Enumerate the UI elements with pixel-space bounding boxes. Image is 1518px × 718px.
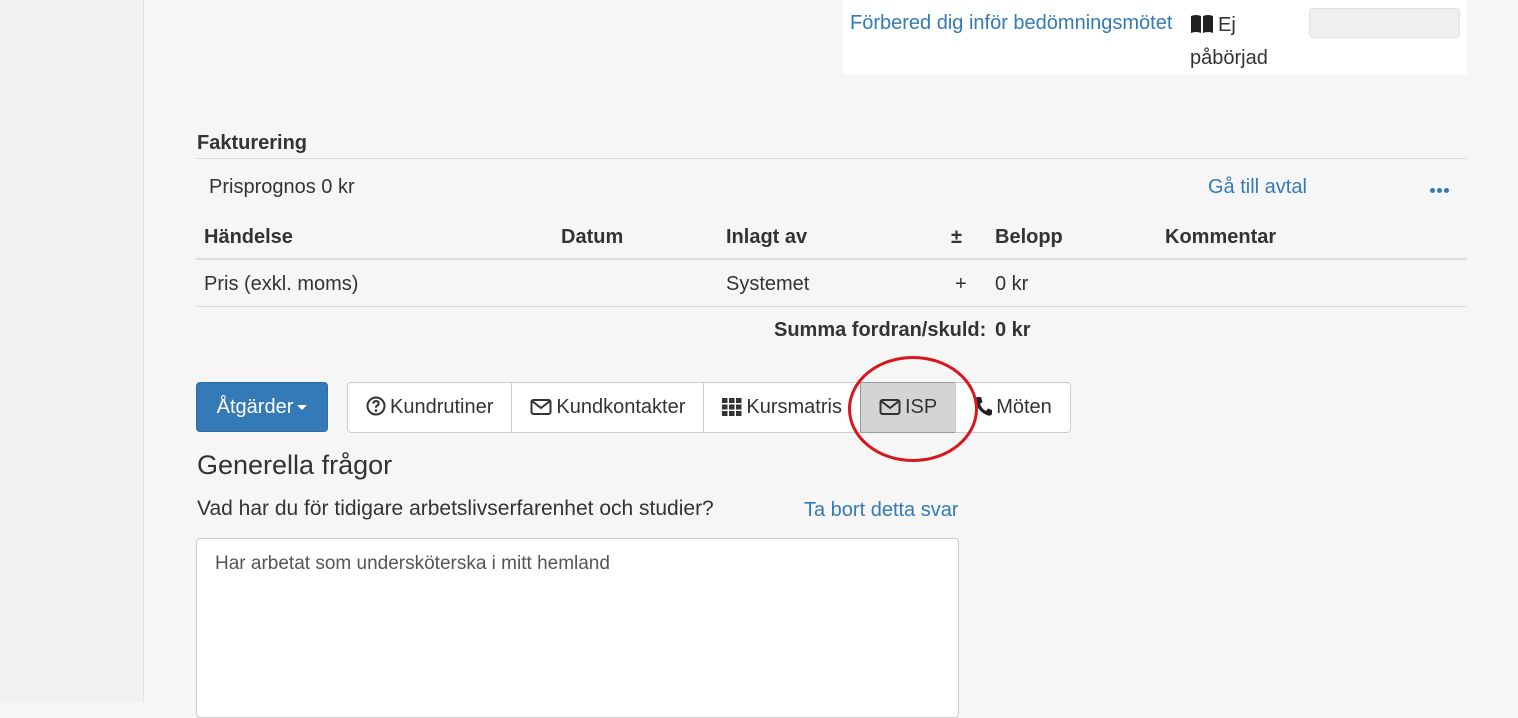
phone-icon [974, 386, 993, 435]
sum-value: 0 kr [995, 319, 1031, 341]
tab-moten[interactable]: Möten [955, 382, 1071, 433]
actions-dropdown-label: Åtgärder [216, 396, 294, 418]
task-status: Ej påbörjad [1190, 10, 1310, 73]
divider [196, 158, 1467, 159]
agreement-link[interactable]: Gå till avtal [1208, 176, 1307, 199]
task-link[interactable]: Förbered dig inför bedömningsmötet [850, 12, 1172, 35]
row-event: Pris (exkl. moms) [204, 273, 359, 295]
envelope-icon [530, 386, 552, 435]
remove-answer-link[interactable]: Ta bort detta svar [804, 499, 959, 522]
col-header-added-by: Inlagt av [726, 226, 808, 248]
col-header-amount: Belopp [995, 226, 1063, 248]
grid-icon [722, 386, 742, 435]
tab-group: Kundrutiner Kundkontakter Kursmatris ISP… [347, 382, 1071, 433]
envelope-icon [879, 386, 901, 435]
left-rail [0, 0, 144, 702]
row-sign: + [955, 273, 967, 295]
tab-label: ISP [904, 396, 938, 418]
book-icon [1190, 13, 1214, 43]
row-divider [196, 306, 1467, 307]
more-icon[interactable] [1430, 176, 1451, 202]
progress-box [1309, 8, 1460, 38]
col-header-event: Händelse [204, 226, 293, 248]
col-header-date: Datum [561, 226, 624, 248]
caret-down-icon [297, 405, 308, 411]
col-header-sign: ± [951, 226, 962, 248]
sum-label: Summa fordran/skuld: [774, 319, 987, 341]
tab-label: Möten [996, 396, 1052, 418]
question-text: Vad har du för tidigare arbetslivserfare… [197, 497, 714, 520]
table-header-divider [196, 258, 1467, 260]
price-forecast: Prisprognos 0 kr [209, 176, 355, 198]
col-header-comment: Kommentar [1165, 226, 1277, 248]
billing-title: Fakturering [197, 132, 308, 154]
tab-kundrutiner[interactable]: Kundrutiner [347, 382, 513, 435]
answer-textarea[interactable]: Har arbetat som undersköterska i mitt he… [196, 538, 959, 718]
actions-dropdown-button[interactable]: Åtgärder [196, 382, 328, 432]
questions-section-title: Generella frågor [197, 450, 393, 480]
task-card: Förbered dig inför bedömningsmötet Ej på… [843, 0, 1467, 74]
tab-label: Kundrutiner [390, 396, 494, 418]
row-added-by: Systemet [726, 273, 810, 295]
tab-label: Kundkontakter [556, 396, 686, 418]
row-amount: 0 kr [995, 273, 1029, 295]
question-circle-icon [366, 386, 386, 435]
tab-isp[interactable]: ISP [859, 382, 957, 435]
tab-label: Kursmatris [746, 396, 842, 418]
tab-kundkontakter[interactable]: Kundkontakter [511, 382, 705, 435]
tab-kursmatris[interactable]: Kursmatris [703, 382, 861, 433]
